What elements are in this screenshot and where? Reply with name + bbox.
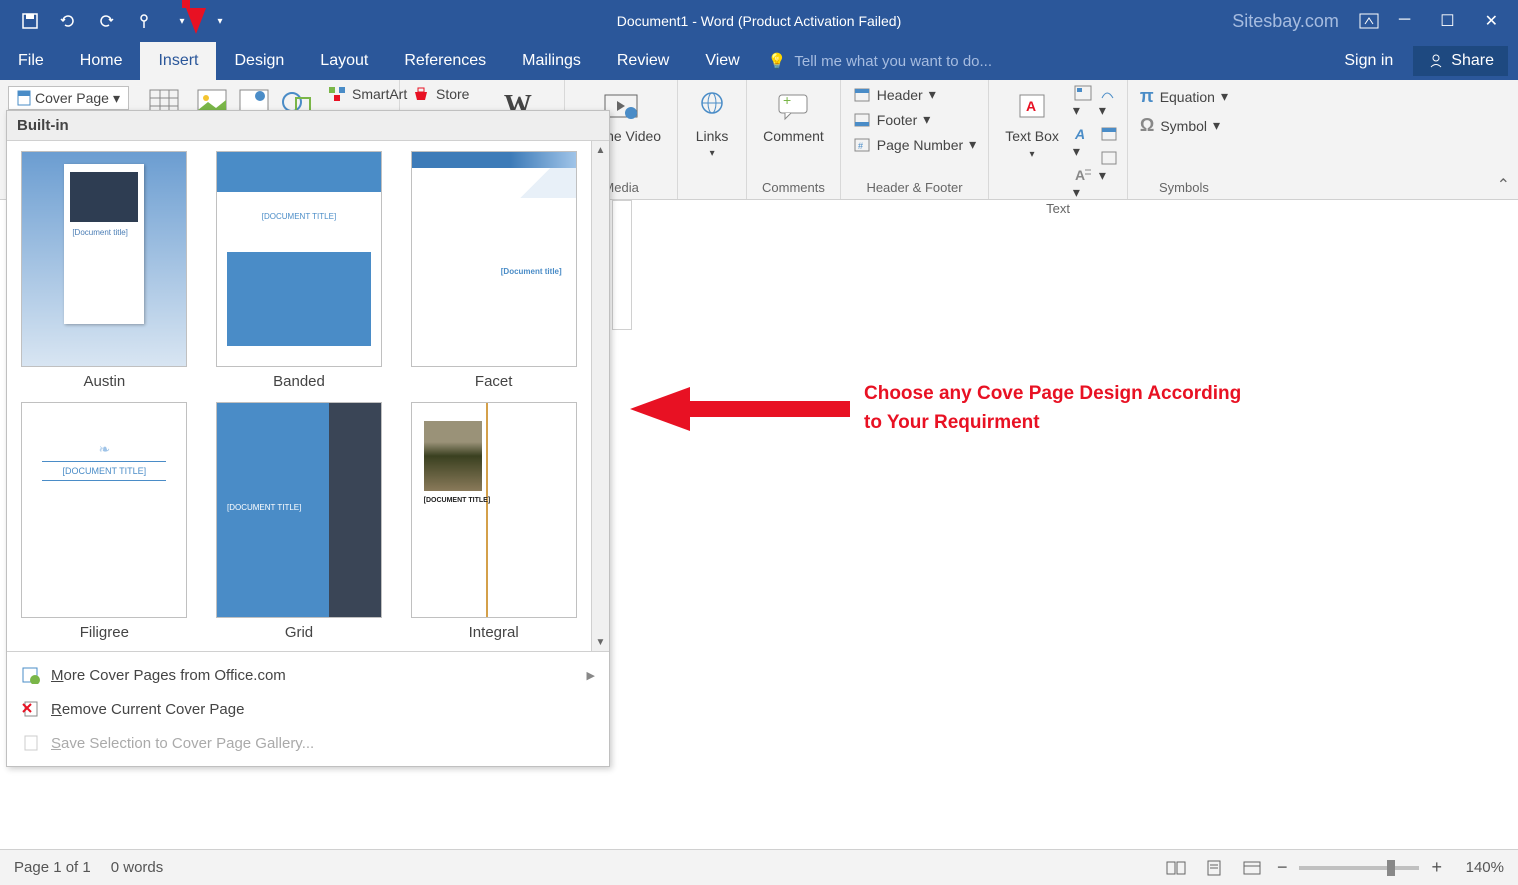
- links-button[interactable]: Links ▾: [686, 84, 738, 163]
- web-layout-icon[interactable]: [1239, 857, 1265, 879]
- dropdown-header: Built-in: [7, 111, 609, 141]
- cover-page-button[interactable]: Cover Page ▾: [8, 86, 129, 110]
- chevron-right-icon: ▶: [587, 669, 595, 682]
- tab-file[interactable]: File: [0, 42, 62, 80]
- zoom-slider[interactable]: [1299, 866, 1419, 870]
- touch-mode-icon[interactable]: [134, 11, 154, 31]
- window-title: Document1 - Word (Product Activation Fai…: [617, 13, 902, 29]
- print-layout-icon[interactable]: [1201, 857, 1227, 879]
- wordart-icon[interactable]: A ▾: [1073, 125, 1093, 160]
- group-symbols-label: Symbols: [1136, 180, 1232, 197]
- footer-button[interactable]: Footer ▾: [849, 109, 980, 130]
- page-number-button[interactable]: #Page Number ▾: [849, 134, 980, 155]
- zoom-level[interactable]: 140%: [1454, 859, 1504, 876]
- store-button[interactable]: Store: [408, 84, 473, 104]
- symbol-button[interactable]: ΩSymbol ▾: [1136, 113, 1232, 138]
- tab-mailings[interactable]: Mailings: [504, 42, 599, 80]
- minimize-icon[interactable]: ─: [1399, 11, 1410, 31]
- annotation-arrow: Choose any Cove Page Design According to…: [630, 380, 1264, 437]
- lightbulb-icon: 💡: [768, 52, 787, 70]
- tab-references[interactable]: References: [386, 42, 504, 80]
- ribbon-options-icon[interactable]: [1359, 13, 1379, 29]
- link-icon: [694, 88, 730, 124]
- group-comments-label: Comments: [755, 180, 832, 197]
- tab-view[interactable]: View: [687, 42, 757, 80]
- group-headerfooter-label: Header & Footer: [849, 180, 980, 197]
- svg-text:#: #: [858, 141, 863, 151]
- maximize-icon[interactable]: ☐: [1440, 11, 1454, 31]
- qat-dropdown2-icon[interactable]: ▾: [210, 11, 230, 31]
- svg-text:A: A: [1026, 98, 1036, 114]
- tab-design[interactable]: Design: [216, 42, 302, 80]
- tab-insert[interactable]: Insert: [140, 42, 216, 80]
- comment-icon: +: [775, 88, 811, 124]
- vertical-ruler: [612, 200, 632, 330]
- smartart-button[interactable]: SmartArt: [324, 84, 411, 104]
- save-to-gallery-item: Save Selection to Cover Page Gallery...: [7, 726, 609, 760]
- collapse-ribbon-icon[interactable]: ⌃: [1497, 175, 1510, 195]
- share-icon: [1427, 52, 1445, 70]
- annotation-text: Choose any Cove Page Design According to…: [864, 380, 1264, 437]
- scroll-down-icon[interactable]: ▼: [592, 633, 609, 651]
- text-box-icon: A: [1014, 88, 1050, 124]
- signature-icon[interactable]: ▾: [1099, 84, 1119, 119]
- watermark-text: Sitesbay.com: [1232, 11, 1339, 32]
- svg-text:A: A: [1074, 126, 1085, 142]
- cover-page-gallery: [Document title] Austin [DOCUMENT TITLE]…: [7, 141, 609, 651]
- save-icon[interactable]: [20, 11, 40, 31]
- cover-filigree[interactable]: ❧ [DOCUMENT TITLE] Filigree: [17, 402, 192, 641]
- tab-review[interactable]: Review: [599, 42, 687, 80]
- annotation-arrow-down: [186, 8, 206, 34]
- cover-integral[interactable]: [DOCUMENT TITLE] Integral: [406, 402, 581, 641]
- word-count[interactable]: 0 words: [111, 859, 164, 876]
- tab-home[interactable]: Home: [62, 42, 141, 80]
- tell-me-search[interactable]: 💡 Tell me what you want to do...: [768, 52, 992, 70]
- svg-text:A: A: [1075, 167, 1085, 183]
- cover-page-dropdown: Built-in [Document title] Austin [DOCUME…: [6, 110, 610, 767]
- close-icon[interactable]: ✕: [1485, 11, 1498, 31]
- date-time-icon[interactable]: [1099, 125, 1119, 143]
- object-icon[interactable]: ▾: [1099, 149, 1119, 184]
- svg-text:+: +: [783, 92, 791, 108]
- titlebar: ▾ ▾ Document1 - Word (Product Activation…: [0, 0, 1518, 42]
- cover-grid[interactable]: [DOCUMENT TITLE] Grid: [212, 402, 387, 641]
- scroll-up-icon[interactable]: ▲: [592, 141, 609, 159]
- more-cover-pages-item[interactable]: MMore Cover Pages from Office.comore Cov…: [7, 658, 609, 692]
- page-status[interactable]: Page 1 of 1: [14, 859, 91, 876]
- read-mode-icon[interactable]: [1163, 857, 1189, 879]
- group-text-label: Text: [997, 201, 1119, 218]
- share-button[interactable]: Share: [1413, 46, 1508, 76]
- header-button[interactable]: Header ▾: [849, 84, 980, 105]
- undo-icon[interactable]: [58, 11, 78, 31]
- text-box-button[interactable]: A Text Box ▾: [997, 84, 1067, 164]
- zoom-in-icon[interactable]: +: [1431, 857, 1442, 878]
- remove-cover-page-item[interactable]: Remove Current Cover Page: [7, 692, 609, 726]
- status-bar: Page 1 of 1 0 words − + 140%: [0, 849, 1518, 885]
- gallery-scrollbar[interactable]: ▲ ▼: [591, 141, 609, 651]
- comment-button[interactable]: + Comment: [755, 84, 832, 148]
- sign-in-link[interactable]: Sign in: [1328, 52, 1409, 70]
- equation-button[interactable]: πEquation ▾: [1136, 84, 1232, 109]
- zoom-out-icon[interactable]: −: [1277, 857, 1288, 878]
- quick-parts-icon[interactable]: ▾: [1073, 84, 1093, 119]
- cover-banded[interactable]: [DOCUMENT TITLE] Banded: [212, 151, 387, 390]
- redo-icon[interactable]: [96, 11, 116, 31]
- cover-austin[interactable]: [Document title] Austin: [17, 151, 192, 390]
- drop-cap-icon[interactable]: A ▾: [1073, 166, 1093, 201]
- tab-layout[interactable]: Layout: [302, 42, 386, 80]
- menu-bar: File Home Insert Design Layout Reference…: [0, 42, 1518, 80]
- chevron-down-icon: ▾: [710, 148, 715, 159]
- cover-facet[interactable]: [Document title] Facet: [406, 151, 581, 390]
